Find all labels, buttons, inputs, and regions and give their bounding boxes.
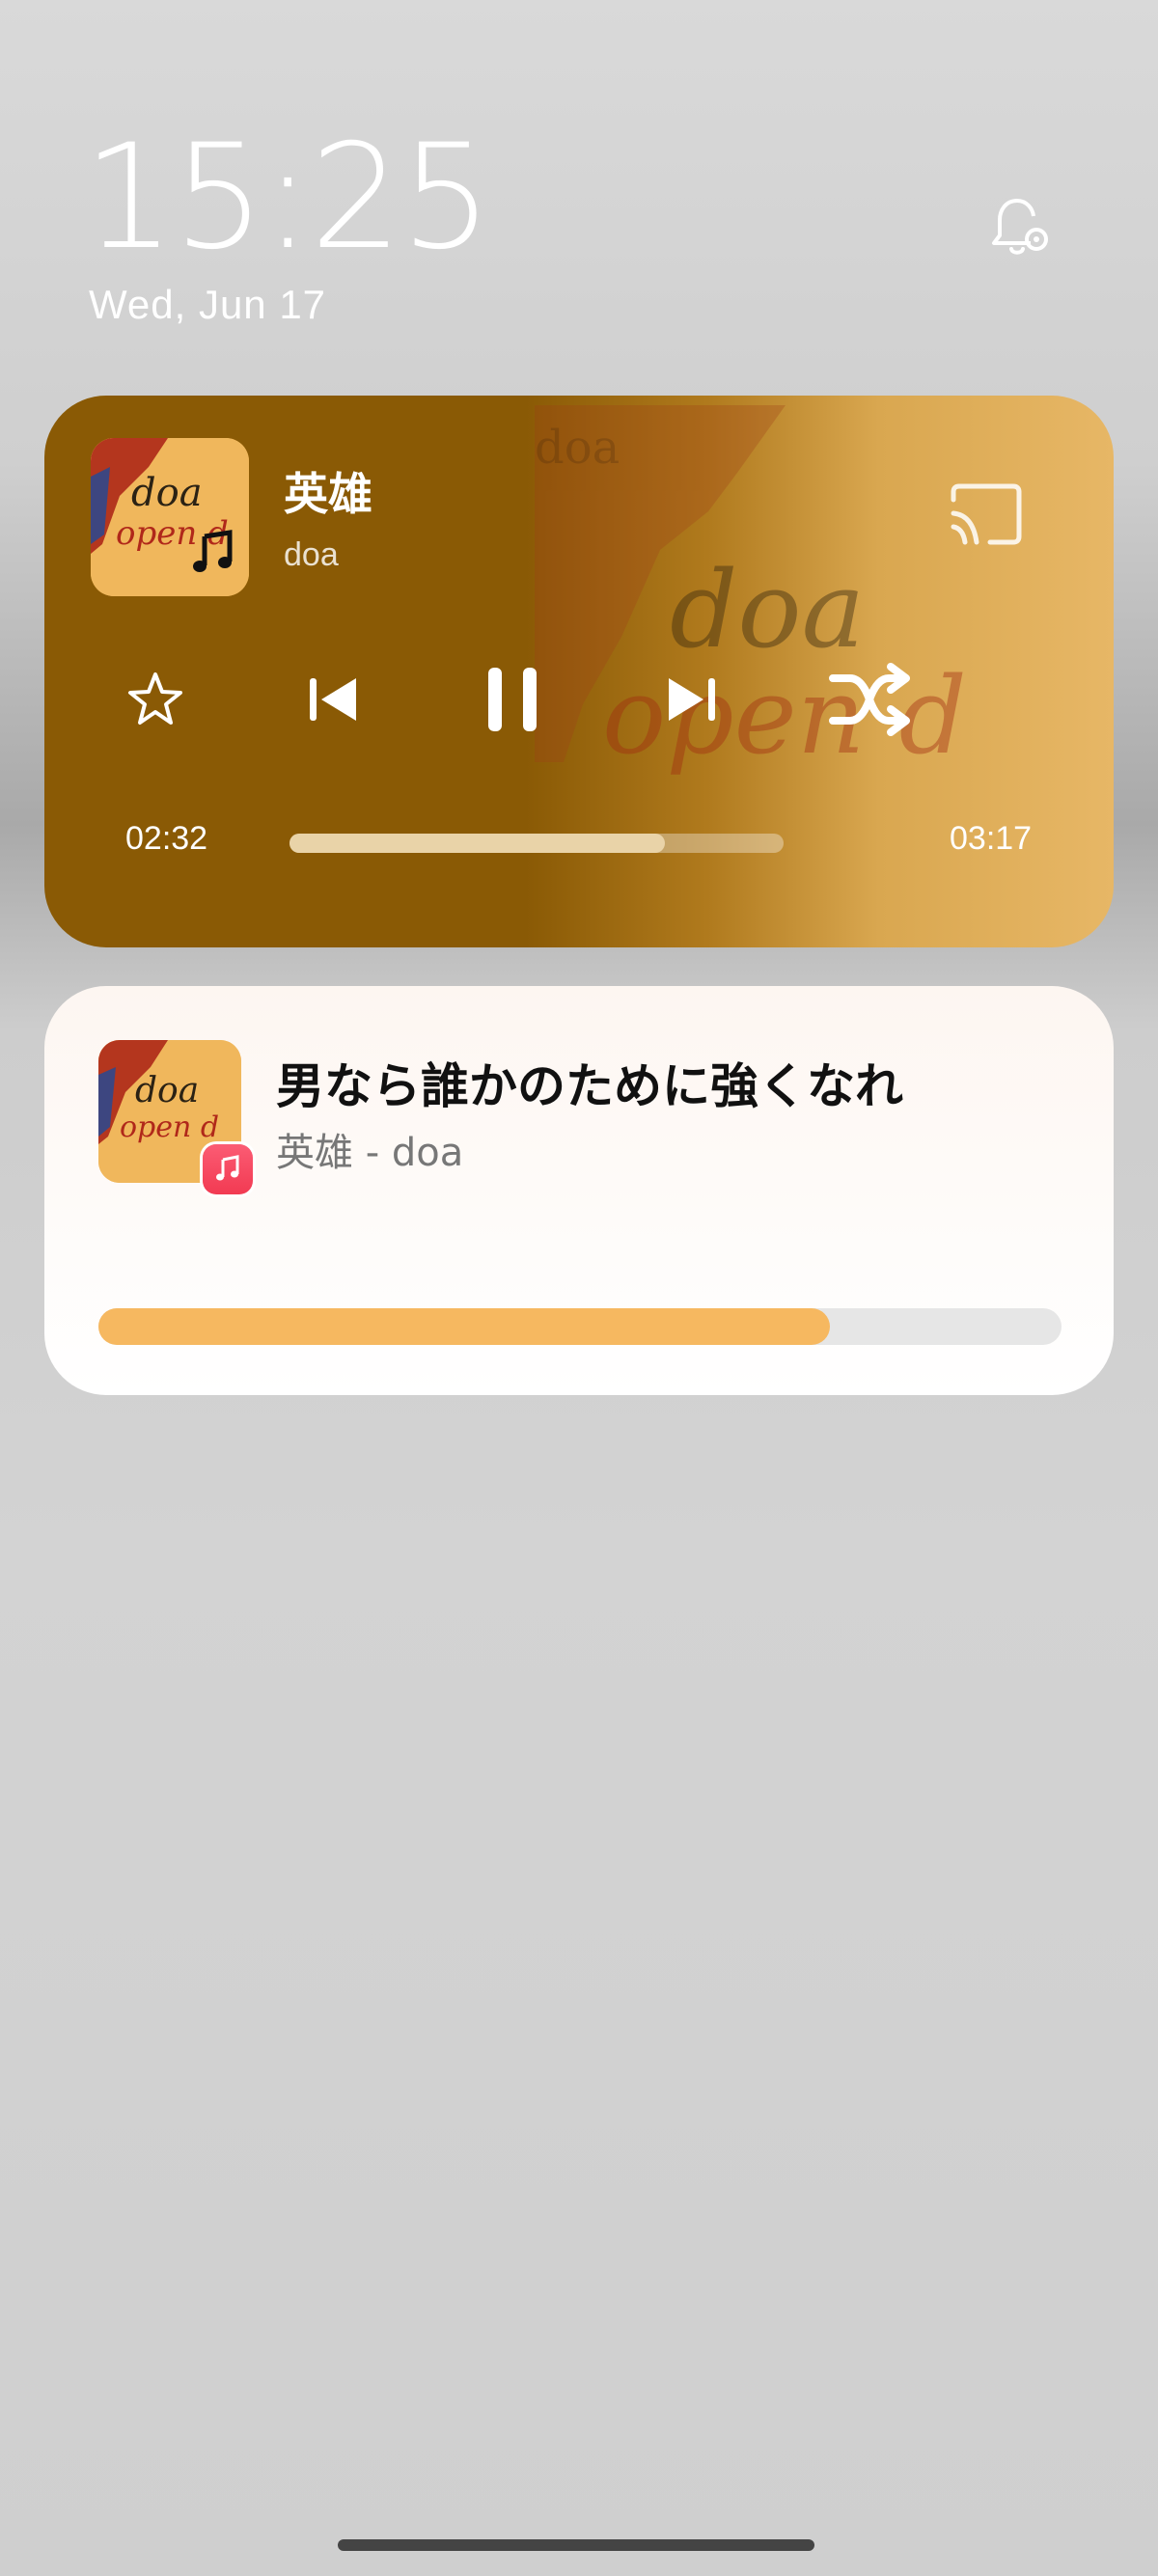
star-icon[interactable]	[112, 656, 199, 743]
music-notification-card[interactable]: doa open d 男なら誰かのために強くなれ 英雄 - doa	[44, 986, 1114, 1395]
date-label: Wed, Jun 17	[89, 282, 327, 327]
apple-music-icon	[203, 1144, 253, 1194]
seek-bar[interactable]	[290, 834, 784, 853]
skip-previous-icon[interactable]	[290, 656, 376, 743]
svg-text:doa: doa	[535, 421, 620, 475]
notification-progress-fill	[98, 1308, 831, 1345]
notification-subtitle: 英雄 - doa	[276, 1131, 464, 1175]
svg-text:open d: open d	[120, 1110, 219, 1144]
skip-next-icon[interactable]	[648, 656, 735, 743]
svg-text:doa: doa	[670, 548, 865, 671]
cast-icon[interactable]	[948, 482, 1025, 546]
pause-icon[interactable]	[469, 656, 556, 743]
home-indicator[interactable]	[338, 2539, 814, 2551]
clock: 15:25	[83, 114, 492, 282]
song-artist: doa	[284, 536, 339, 573]
song-title: 英雄	[284, 468, 372, 520]
notification-title: 男なら誰かのために強くなれ	[276, 1058, 903, 1114]
notification-progress-bar	[98, 1308, 1062, 1345]
music-note-icon	[189, 529, 237, 577]
svg-text:doa: doa	[131, 471, 203, 515]
album-art-background: doa doa open d	[535, 405, 967, 778]
seek-bar-progress	[290, 834, 666, 853]
bell-gear-icon[interactable]	[982, 193, 1052, 262]
svg-text:doa: doa	[135, 1071, 199, 1110]
elapsed-time: 02:32	[125, 820, 208, 857]
media-player-card[interactable]: doa doa open d doa open d 英雄 doa 02:32 0…	[44, 396, 1114, 947]
shuffle-icon[interactable]	[826, 656, 913, 743]
total-time: 03:17	[950, 820, 1033, 857]
